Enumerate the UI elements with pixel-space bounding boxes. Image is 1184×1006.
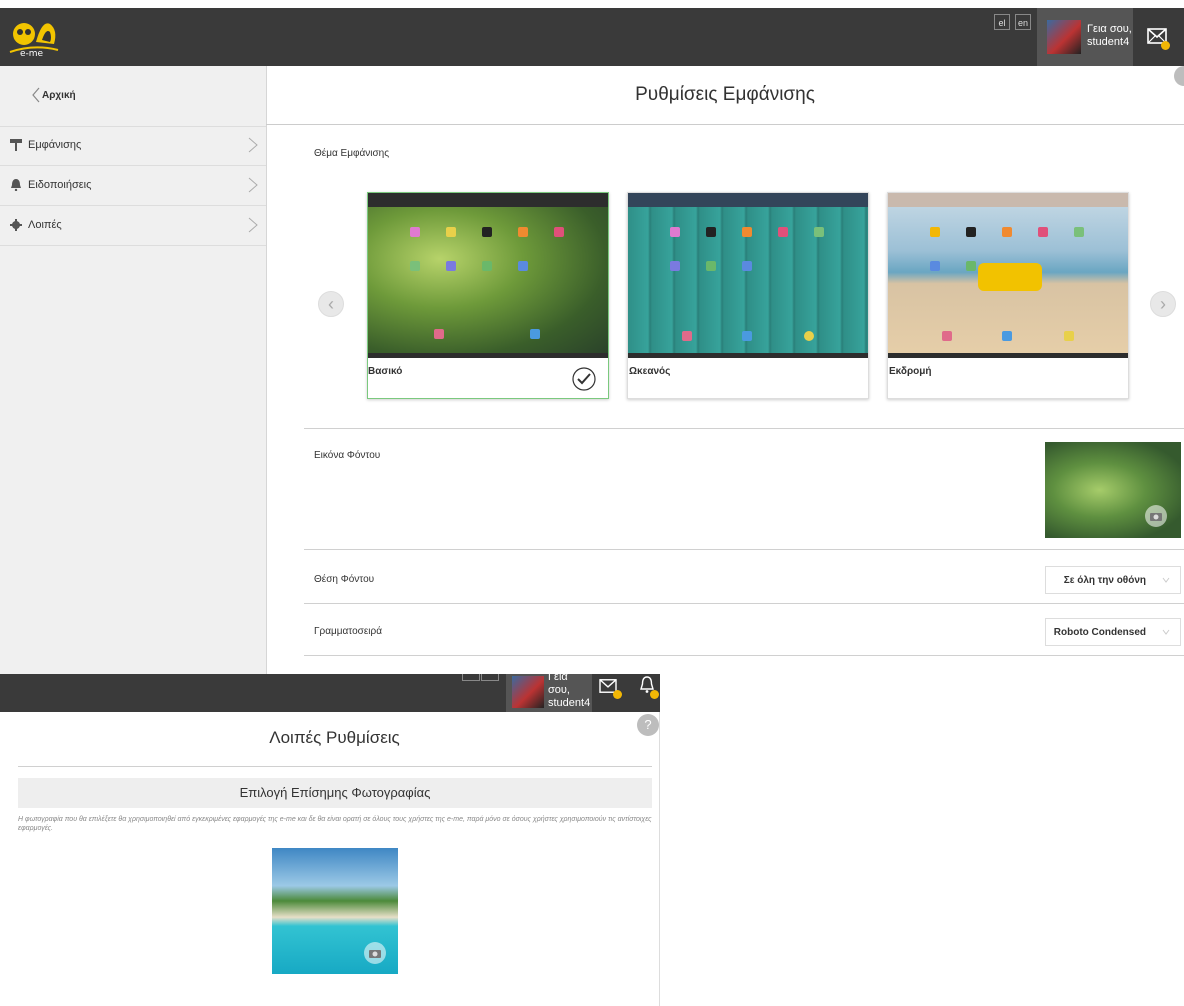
sidebar-item-label: Εμφάνισης [28,139,82,151]
theme-preview-excursion [888,193,1128,358]
bell-icon [11,179,21,191]
back-home-link[interactable]: Αρχική [0,66,266,127]
theme-name: Βασικό [368,366,403,377]
lang-en-button[interactable]: en [1015,14,1032,30]
avatar [512,676,544,708]
camera-icon[interactable] [1145,505,1167,527]
official-photo-header: Επιλογή Επίσημης Φωτογραφίας [18,778,652,808]
divider [304,655,1184,656]
background-position-label: Θέση Φόντου [314,574,375,585]
theme-name: Ωκεανός [629,366,671,377]
theme-card-basic[interactable]: Βασικό [367,192,609,399]
lang-el-button[interactable]: el [994,14,1010,30]
background-position-select[interactable]: Σε όλη την οθόνη [1045,566,1181,594]
divider [18,766,652,767]
chevron-right-icon [248,217,258,233]
camera-icon[interactable] [364,942,386,964]
settings-sidebar: Αρχική Εμφάνισης Ειδοποιήσεις Λοιπές [0,66,267,676]
chevron-down-icon [1162,629,1170,635]
van-image [978,263,1042,291]
gear-icon [10,219,22,231]
theme-preview-basic [368,193,608,358]
theme-name: Εκδρομή [889,366,932,377]
font-label: Γραμματοσειρά [314,626,382,637]
sidebar-item-other[interactable]: Λοιπές [0,206,266,246]
sidebar-item-notifications[interactable]: Ειδοποιήσεις [0,166,266,206]
page-title: Ρυθμίσεις Εμφάνισης [266,66,1184,125]
back-home-label: Αρχική [42,90,76,101]
messages-button[interactable] [592,674,626,712]
user-greeting: Γεια σου, student4 [1087,23,1132,48]
official-photo[interactable] [272,848,398,974]
other-settings-screen: Γεια σου, student4 ? Λοιπές Ρυθμίσεις Επ… [0,671,660,1006]
theme-card-excursion[interactable]: Εκδρομή [887,192,1129,399]
sidebar-item-appearance[interactable]: Εμφάνισης [0,126,266,166]
notifications-badge [650,690,659,699]
carousel-next-button[interactable]: › [1150,291,1176,317]
theme-section-label: Θέμα Εμφάνισης [314,148,390,159]
lang-button[interactable] [462,674,480,681]
lang-button[interactable] [481,674,499,681]
chevron-right-icon [248,137,258,153]
sidebar-item-label: Ειδοποιήσεις [28,179,92,191]
chevron-left-icon [32,87,40,103]
background-image-label: Εικόνα Φόντου [314,450,381,461]
messages-button[interactable] [1133,8,1184,66]
notifications-button[interactable] [632,674,660,712]
carousel-prev-button[interactable]: ‹ [318,291,344,317]
user-menu[interactable]: Γεια σου, student4 [1037,8,1133,66]
theme-preview-ocean [628,193,868,358]
divider [304,428,1184,429]
divider [304,603,1184,604]
top-bar: Γεια σου, student4 [0,671,660,712]
messages-badge [613,690,622,699]
sidebar-item-label: Λοιπές [28,219,62,231]
page-title: Λοιπές Ρυθμίσεις [269,728,400,747]
top-bar: e-me el en Γεια σου, student4 [0,8,1184,66]
font-select[interactable]: Roboto Condensed [1045,618,1181,646]
avatar [1047,20,1081,54]
chevron-right-icon [248,177,258,193]
divider [304,549,1184,550]
theme-card-ocean[interactable]: Ωκεανός [627,192,869,399]
user-greeting: Γεια σου, student4 [548,671,591,709]
e-me-logo[interactable]: e-me [6,14,62,59]
paint-roller-icon [10,139,22,151]
official-photo-description: Η φωτογραφία που θα επιλέξετε θα χρησιμο… [18,816,652,832]
appearance-settings-screen: e-me el en Γεια σου, student4 Αρχική Εμφ… [0,0,1184,676]
chevron-down-icon [1162,577,1170,583]
font-value: Roboto Condensed [1053,627,1146,638]
background-position-value: Σε όλη την οθόνη [1063,575,1146,586]
background-image-preview[interactable] [1045,442,1181,538]
svg-text:e-me: e-me [20,49,44,58]
checkmark-icon [572,367,596,391]
messages-badge [1161,41,1170,50]
user-menu[interactable]: Γεια σου, student4 [506,671,592,712]
